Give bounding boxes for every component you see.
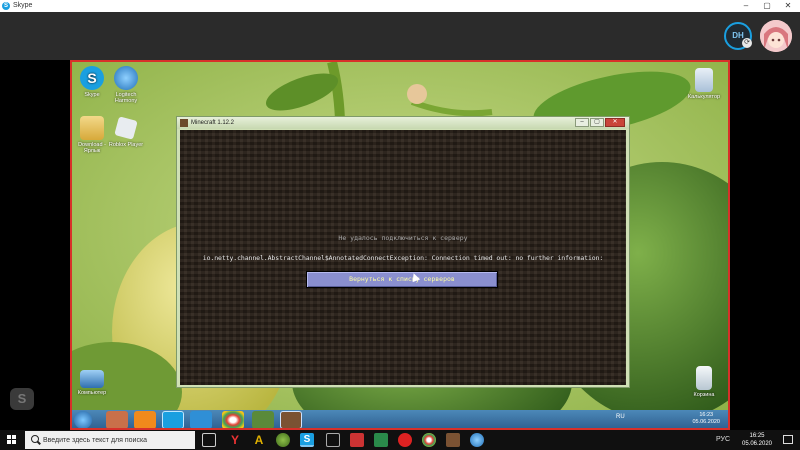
minecraft-icon bbox=[180, 119, 188, 127]
remote-vlc-icon[interactable] bbox=[134, 411, 156, 428]
yandex-browser-icon[interactable]: Y bbox=[228, 433, 242, 447]
host-time: 16:25 bbox=[749, 433, 765, 439]
taskbar-search[interactable] bbox=[25, 431, 195, 449]
host-date: 05.06.2020 bbox=[741, 441, 773, 447]
desktop-icon-harmony[interactable]: Logitech Harmony bbox=[106, 66, 146, 104]
desktop-icon-label: Компьютер bbox=[77, 390, 107, 396]
minecraft-taskbar-icon[interactable] bbox=[446, 433, 460, 447]
desktop-icon-roblox[interactable]: Roblox Player bbox=[106, 116, 146, 148]
remote-date: 05.06.2020 bbox=[692, 419, 720, 425]
language-indicator[interactable]: РУС bbox=[716, 436, 730, 443]
app-green-icon[interactable] bbox=[276, 433, 290, 447]
error-message: io.netty.channel.AbstractChannel$Annotat… bbox=[202, 254, 604, 262]
desktop-icon-recycle-bin[interactable]: Корзина bbox=[684, 366, 724, 398]
chrome-icon[interactable] bbox=[422, 433, 436, 447]
sync-badge-icon: ⟳ bbox=[742, 38, 752, 48]
remote-taskbar: RU 16:23 05.06.2020 bbox=[72, 410, 728, 428]
computer-icon bbox=[80, 370, 104, 388]
desktop-icon-label: Roblox Player bbox=[108, 142, 144, 148]
remote-language[interactable]: RU bbox=[616, 414, 625, 420]
call-header bbox=[0, 12, 800, 60]
remote-harmony-icon[interactable] bbox=[190, 411, 212, 428]
mc-close-button[interactable]: ✕ bbox=[605, 118, 625, 127]
minimize-button[interactable]: – bbox=[736, 0, 756, 12]
minecraft-titlebar: Minecraft 1.12.2 – ▢ ✕ bbox=[177, 117, 629, 129]
remote-start-button[interactable] bbox=[74, 411, 92, 428]
desktop-icon-label: Корзина bbox=[693, 392, 715, 398]
window-title: Skype bbox=[13, 2, 33, 9]
skype-icon: S bbox=[80, 66, 104, 90]
folder-icon bbox=[80, 116, 104, 140]
maximize-button[interactable]: ▢ bbox=[757, 0, 777, 12]
desktop-icon-label: Skype bbox=[84, 92, 100, 98]
remote-taskbar-app-icon[interactable] bbox=[106, 411, 128, 428]
remote-minecraft-icon[interactable] bbox=[280, 411, 302, 428]
roblox-icon bbox=[114, 116, 138, 140]
back-to-server-list-button[interactable]: Вернуться к списку серверов bbox=[306, 271, 498, 288]
shared-screen: S Skype Logitech Harmony Download - Ярлы… bbox=[70, 60, 730, 430]
media-app-icon[interactable] bbox=[350, 433, 364, 447]
mc-maximize-button[interactable]: ▢ bbox=[590, 118, 604, 127]
error-title: Не удалось подключиться к серверу bbox=[338, 234, 468, 242]
desktop-icon-calculator[interactable]: Калькулятор bbox=[684, 68, 724, 100]
task-view-icon[interactable] bbox=[202, 433, 216, 447]
close-button[interactable]: ✕ bbox=[778, 0, 798, 12]
desktop-icon-label: Logitech Harmony bbox=[114, 92, 138, 104]
skype-chat-icon[interactable]: S bbox=[10, 388, 34, 410]
app-a-icon[interactable]: A bbox=[252, 433, 266, 447]
search-icon bbox=[31, 435, 39, 443]
desktop-icon-label: Download - Ярлык bbox=[78, 142, 106, 154]
participant-avatar[interactable] bbox=[760, 20, 792, 52]
desktop-icon-label: Калькулятор bbox=[687, 94, 721, 100]
remote-time: 16:23 bbox=[699, 412, 714, 418]
opera-icon[interactable] bbox=[398, 433, 412, 447]
windows-start-icon[interactable] bbox=[7, 435, 17, 445]
mc-minimize-button[interactable]: – bbox=[575, 118, 589, 127]
remote-skype-icon[interactable] bbox=[162, 411, 184, 428]
minecraft-title: Minecraft 1.12.2 bbox=[191, 120, 235, 126]
file-explorer-icon[interactable] bbox=[326, 433, 340, 447]
skype-logo-icon: S bbox=[2, 2, 10, 10]
remote-clock[interactable]: 16:23 05.06.2020 bbox=[692, 412, 720, 426]
recycle-bin-icon bbox=[696, 366, 712, 390]
remote-minecraft-launcher-icon[interactable] bbox=[252, 411, 274, 428]
host-taskbar: Y A S РУС 16:25 05.06.2020 bbox=[0, 430, 800, 450]
minecraft-screen: Не удалось подключиться к серверу io.net… bbox=[180, 130, 626, 385]
desktop-icon-computer[interactable]: Компьютер bbox=[72, 370, 112, 396]
app-chat-icon[interactable] bbox=[374, 433, 388, 447]
remote-chrome-icon[interactable] bbox=[222, 411, 244, 428]
search-input[interactable] bbox=[43, 433, 191, 447]
skype-taskbar-icon[interactable]: S bbox=[300, 433, 314, 447]
host-clock[interactable]: 16:25 05.06.2020 bbox=[738, 432, 776, 448]
calculator-icon bbox=[695, 68, 713, 92]
harmony-icon bbox=[114, 66, 138, 90]
minecraft-window: Minecraft 1.12.2 – ▢ ✕ Не удалось подклю… bbox=[176, 116, 630, 388]
notification-icon[interactable] bbox=[783, 435, 793, 444]
harmony-taskbar-icon[interactable] bbox=[470, 433, 484, 447]
skype-titlebar: S Skype – ▢ ✕ bbox=[0, 0, 800, 12]
